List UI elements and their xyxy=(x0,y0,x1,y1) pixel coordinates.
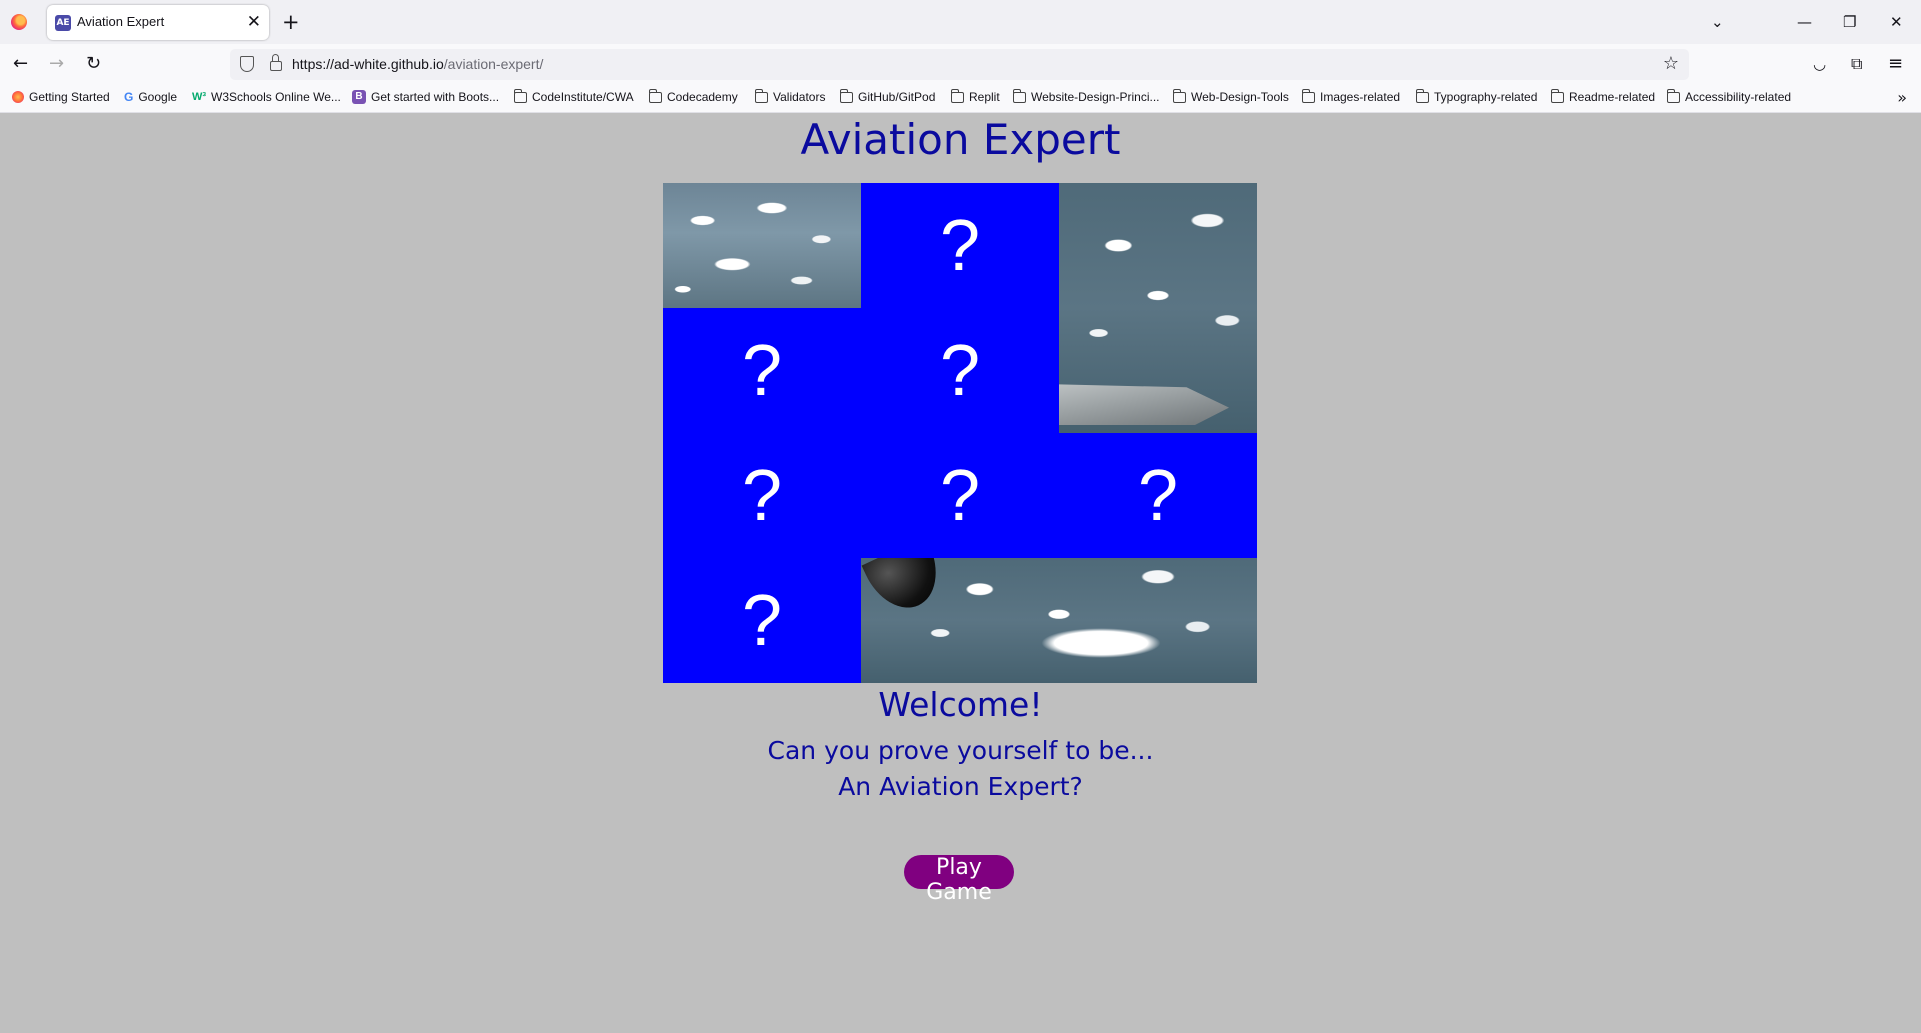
bookmarks-overflow-icon[interactable]: » xyxy=(1897,88,1907,107)
puzzle-grid: ? ? ? ? ? ? ? xyxy=(663,183,1257,683)
bookmark-w3schools[interactable]: W³ W3Schools Online We... xyxy=(192,90,341,104)
bookmark-folder[interactable]: Accessibility-related xyxy=(1667,88,1792,104)
bookmark-folder[interactable]: Web-Design-Tools xyxy=(1173,88,1289,104)
bookmark-label: Web-Design-Tools xyxy=(1191,90,1289,104)
aircraft-nose-image xyxy=(861,558,951,620)
bookmark-getting-started[interactable]: Getting Started xyxy=(12,90,110,104)
address-bar[interactable]: https://ad-white.github.io/aviation-expe… xyxy=(230,49,1689,80)
bookmark-folder[interactable]: GitHub/GitPod xyxy=(840,88,936,104)
folder-icon xyxy=(1302,88,1315,103)
folder-icon xyxy=(649,88,662,103)
tab-title: Aviation Expert xyxy=(77,14,165,29)
tab-list-chevron-icon[interactable]: ⌄ xyxy=(1711,10,1724,34)
tagline: Can you prove yourself to be... An Aviat… xyxy=(0,733,1921,805)
tagline-line-2: An Aviation Expert? xyxy=(838,772,1083,801)
bookmarks-toolbar: Getting Started G Google W³ W3Schools On… xyxy=(0,85,1921,113)
puzzle-tile-hidden[interactable]: ? xyxy=(663,558,861,683)
bookmark-label: Accessibility-related xyxy=(1685,90,1792,104)
bookmark-label: Google xyxy=(138,90,178,104)
w3schools-icon: W³ xyxy=(192,91,207,103)
puzzle-tile-hidden[interactable]: ? xyxy=(1059,433,1257,558)
folder-icon xyxy=(1173,88,1186,103)
bookmark-folder[interactable]: Replit xyxy=(951,88,1000,104)
tagline-line-1: Can you prove yourself to be... xyxy=(767,736,1154,765)
tracking-shield-icon[interactable] xyxy=(240,56,254,72)
puzzle-tile-hidden[interactable]: ? xyxy=(861,433,1059,558)
bookmark-label: Typography-related xyxy=(1434,90,1538,104)
bookmark-label: Readme-related xyxy=(1569,90,1656,104)
back-icon[interactable]: ← xyxy=(13,53,28,75)
welcome-heading: Welcome! xyxy=(878,685,1043,724)
bookmark-label: Codecademy xyxy=(667,90,738,104)
bookmark-folder[interactable]: Validators xyxy=(755,88,826,104)
airplane-wing-image xyxy=(1059,384,1229,425)
bookmark-folder[interactable]: Images-related xyxy=(1302,88,1401,104)
bookmark-label: Images-related xyxy=(1320,90,1401,104)
tab-close-icon[interactable]: ✕ xyxy=(247,12,261,32)
puzzle-tile-hidden[interactable]: ? xyxy=(861,308,1059,433)
bookmark-folder[interactable]: Typography-related xyxy=(1416,88,1538,104)
folder-icon xyxy=(840,88,853,103)
folder-icon xyxy=(1667,88,1680,103)
favicon-icon: AE xyxy=(55,15,71,31)
bookmark-label: W3Schools Online We... xyxy=(211,90,341,104)
close-window-icon[interactable]: ✕ xyxy=(1890,10,1903,34)
restore-icon[interactable]: ❐ xyxy=(1843,10,1856,34)
puzzle-tile-revealed xyxy=(663,183,861,308)
puzzle-tile-revealed-nose xyxy=(861,558,1257,683)
reload-icon[interactable]: ↻ xyxy=(86,53,101,75)
bootstrap-icon: B xyxy=(352,90,366,104)
bookmark-label: Getting Started xyxy=(29,90,110,104)
minimize-icon[interactable]: — xyxy=(1797,10,1812,34)
extensions-icon[interactable]: ⧉ xyxy=(1851,53,1862,75)
page-title: Aviation Expert xyxy=(800,115,1121,164)
cloud-image xyxy=(1041,628,1161,658)
puzzle-tile-hidden[interactable]: ? xyxy=(861,183,1059,308)
bookmark-label: CodeInstitute/CWA xyxy=(532,90,634,104)
bookmark-google[interactable]: G Google xyxy=(124,90,177,104)
bookmark-folder[interactable]: Website-Design-Princi... xyxy=(1013,88,1160,104)
play-game-button[interactable]: Play Game xyxy=(904,855,1014,905)
firefox-logo-icon[interactable] xyxy=(11,14,27,30)
url-host: https://ad-white.github.io xyxy=(292,56,444,72)
page-content: Aviation Expert ? ? ? ? ? ? ? Welcome! C… xyxy=(0,113,1921,1033)
puzzle-tile-hidden[interactable]: ? xyxy=(663,433,861,558)
bookmark-folder[interactable]: Readme-related xyxy=(1551,88,1656,104)
puzzle-tile-revealed-wing xyxy=(1059,183,1257,433)
bookmark-label: Get started with Boots... xyxy=(371,90,500,104)
bookmark-bootstrap[interactable]: B Get started with Boots... xyxy=(352,90,499,104)
bookmark-star-icon[interactable]: ☆ xyxy=(1663,53,1679,74)
browser-tab[interactable]: AE Aviation Expert ✕ xyxy=(47,5,269,40)
puzzle-tile-hidden[interactable]: ? xyxy=(663,308,861,433)
folder-icon xyxy=(1551,88,1564,103)
menu-icon[interactable]: ≡ xyxy=(1888,53,1903,75)
bookmark-label: Validators xyxy=(773,90,826,104)
url-text[interactable]: https://ad-white.github.io/aviation-expe… xyxy=(292,56,543,72)
navigation-bar: ← → ↻ https://ad-white.github.io/aviatio… xyxy=(0,44,1921,85)
bookmark-label: Replit xyxy=(969,90,1000,104)
forward-icon[interactable]: → xyxy=(49,53,64,75)
folder-icon xyxy=(755,88,768,103)
folder-icon xyxy=(514,88,527,103)
browser-tab-bar: AE Aviation Expert ✕ + ⌄ — ❐ ✕ xyxy=(0,0,1921,44)
firefox-icon xyxy=(12,91,24,103)
folder-icon xyxy=(1013,88,1026,103)
new-tab-icon[interactable]: + xyxy=(282,10,300,34)
bookmark-label: GitHub/GitPod xyxy=(858,90,936,104)
google-icon: G xyxy=(124,90,134,104)
bookmark-folder[interactable]: Codecademy xyxy=(649,88,738,104)
pocket-icon[interactable]: ◡ xyxy=(1813,53,1826,75)
folder-icon xyxy=(1416,88,1429,103)
url-path: /aviation-expert/ xyxy=(443,56,544,72)
bookmark-label: Website-Design-Princi... xyxy=(1031,90,1160,104)
bookmark-folder[interactable]: CodeInstitute/CWA xyxy=(514,88,634,104)
folder-icon xyxy=(951,88,964,103)
lock-icon[interactable] xyxy=(270,54,282,71)
